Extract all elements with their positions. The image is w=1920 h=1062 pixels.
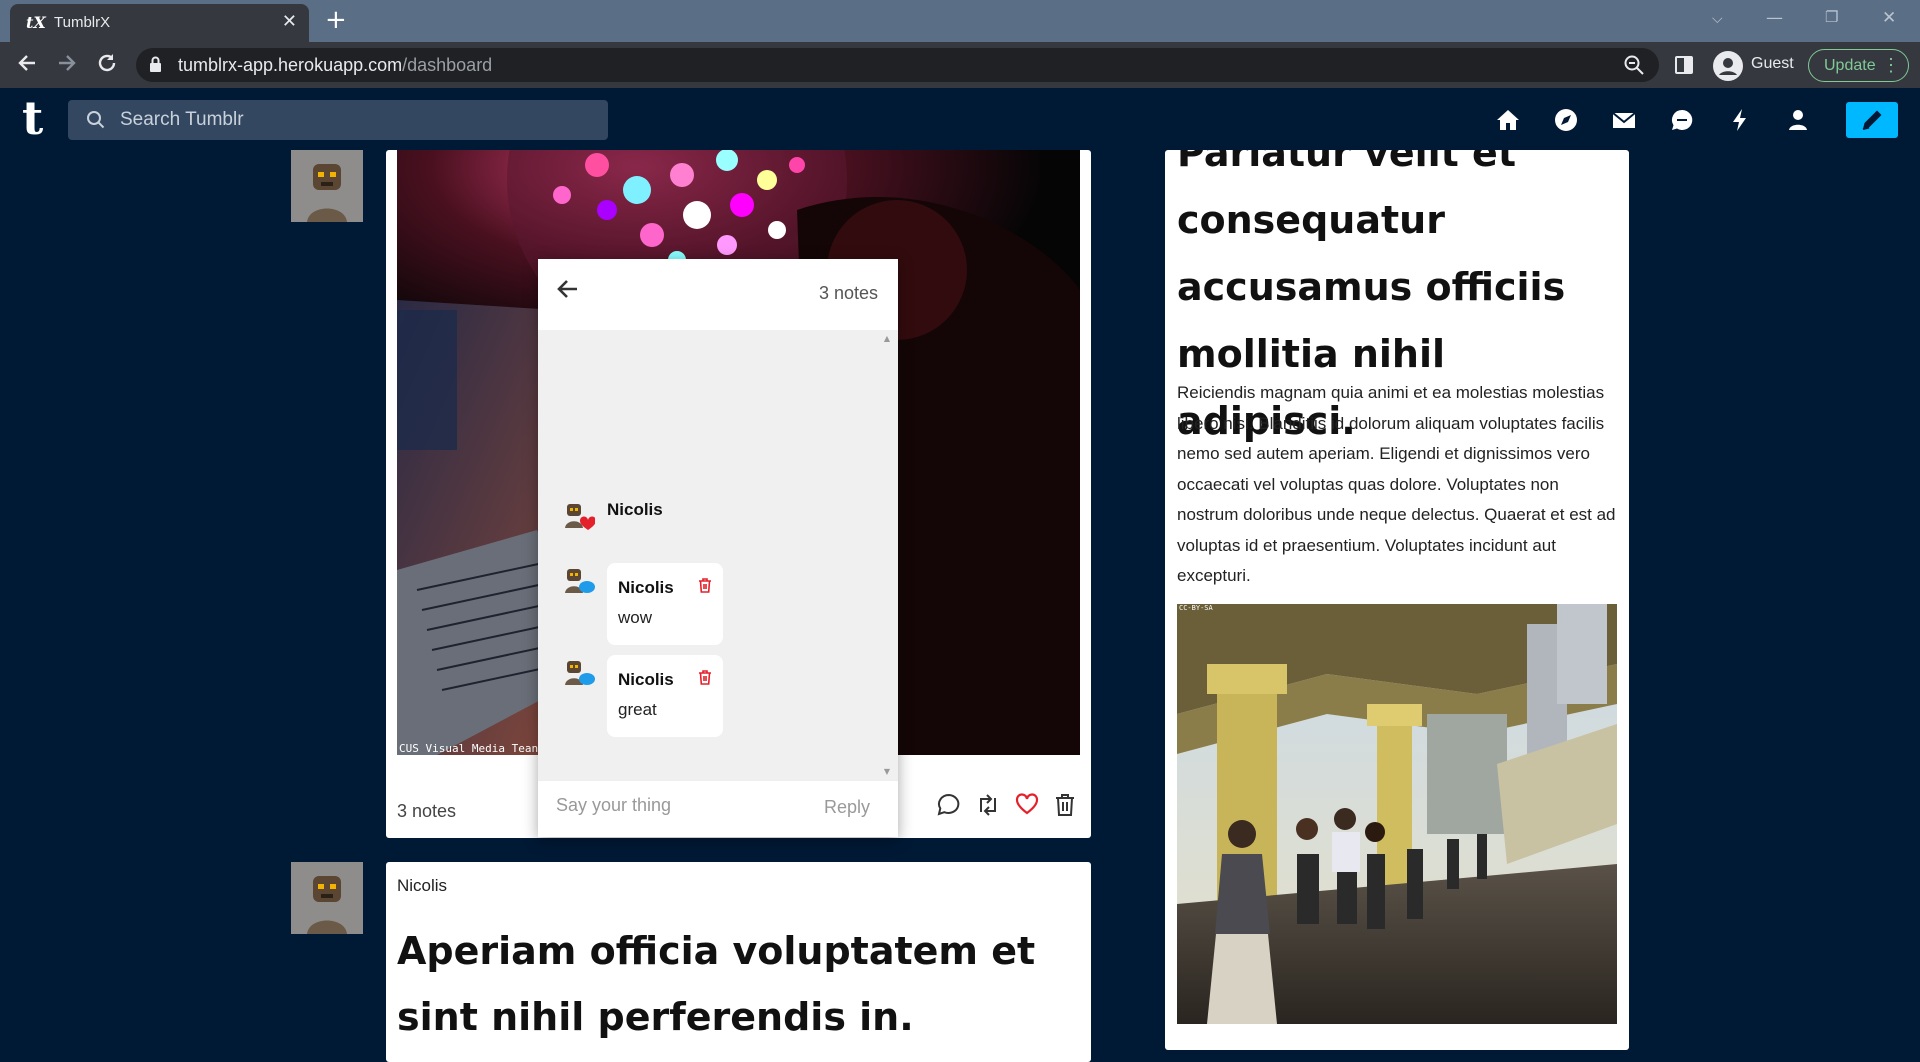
post-title: Aperiam officia voluptatem et sint nihil… [397,929,1036,1039]
update-label: Update [1824,57,1876,74]
like-author-name[interactable]: Nicolis [607,500,663,520]
zoom-icon[interactable] [1623,54,1645,76]
reload-icon[interactable] [96,52,118,79]
commenter-avatar-icon[interactable] [563,567,595,599]
url-path: /dashboard [402,55,493,75]
browser-tab-strip: tX TumblrX ✕ + ⌵ — ❐ ✕ [0,0,1920,42]
scroll-down-icon[interactable]: ▼ [884,767,890,776]
close-window-icon[interactable]: ✕ [1882,8,1896,28]
notes-count[interactable]: 3 notes [397,801,456,822]
more-menu-icon[interactable]: ⋮ [1882,55,1900,76]
account-person-icon[interactable] [1784,106,1812,134]
comment-icon[interactable] [936,792,962,818]
post-body: Reiciendis magnam quia animi et ea moles… [1177,383,1616,585]
reblog-icon[interactable] [976,792,1000,818]
heart-liked-icon[interactable] [1015,792,1039,818]
post-card: Nicolis Aperiam officia voluptatem et si… [386,862,1091,1062]
comment-text: great [618,700,657,719]
delete-comment-icon[interactable] [698,669,712,685]
search-icon [87,111,105,129]
profile-avatar-icon[interactable] [1713,51,1743,81]
reply-bar: Reply [538,780,898,837]
post-author-avatar[interactable] [291,150,363,222]
photo-caption: CC-BY-SA [1179,604,1213,612]
notes-popup: 3 notes ▲ ▼ Nicolis Nicolis wow Nicolis … [538,259,898,837]
liker-avatar-icon[interactable] [563,502,595,534]
profile-name[interactable]: Guest [1751,55,1794,73]
back-arrow-icon[interactable] [556,277,580,301]
photo-caption: CUS Visual Media Tean [399,742,539,755]
tab-search-icon[interactable]: ⌵ [1712,11,1723,27]
post-author-avatar[interactable] [291,862,363,934]
notes-list[interactable]: ▲ ▼ Nicolis Nicolis wow Nicolis great [538,330,898,780]
street-photo-image [1177,604,1617,1024]
url-text: tumblrx-app.herokuapp.com/dashboard [178,55,492,76]
browser-toolbar: tumblrx-app.herokuapp.com/dashboard Gues… [0,42,1920,88]
browser-tab[interactable]: tX TumblrX ✕ [10,4,309,42]
comment-bubble: Nicolis wow [607,563,723,645]
post-photo[interactable]: CC-BY-SA [1177,604,1617,1024]
minimize-window-icon[interactable]: — [1766,8,1783,28]
pencil-icon [1862,110,1882,130]
post-card: Pariatur velit et consequatur accusamus … [1165,150,1629,1050]
address-bar[interactable]: tumblrx-app.herokuapp.com/dashboard [136,48,1659,82]
search-input[interactable] [120,108,580,132]
messaging-chat-icon[interactable] [1668,106,1696,134]
restore-window-icon[interactable]: ❐ [1825,8,1838,26]
activity-lightning-icon[interactable] [1726,106,1754,134]
scroll-up-icon[interactable]: ▲ [884,334,890,343]
forward-arrow-icon[interactable] [56,52,78,79]
app-header: t [0,88,1920,150]
close-tab-icon[interactable]: ✕ [282,11,297,32]
commenter-avatar-icon[interactable] [563,659,595,691]
delete-comment-icon[interactable] [698,577,712,593]
url-host: tumblrx-app.herokuapp.com [178,55,403,75]
reply-input[interactable] [556,795,776,816]
comment-text: wow [618,608,653,627]
tumblr-logo-icon[interactable]: t [22,93,43,143]
inbox-mail-icon[interactable] [1610,106,1638,134]
update-button[interactable]: Update ⋮ [1808,49,1909,82]
explore-compass-icon[interactable] [1552,106,1580,134]
lock-icon [150,56,161,72]
search-box[interactable] [68,100,608,140]
delete-trash-icon[interactable] [1054,792,1076,818]
back-arrow-icon[interactable] [16,52,38,79]
side-panel-icon[interactable] [1675,56,1693,74]
comment-author-name[interactable]: Nicolis [618,578,674,598]
home-icon[interactable] [1494,106,1522,134]
notes-popup-count: 3 notes [818,283,878,303]
new-tab-icon[interactable]: + [325,6,347,34]
tab-title: TumblrX [54,14,111,31]
post-author-name[interactable]: Nicolis [397,876,447,896]
comment-author-name[interactable]: Nicolis [618,670,674,690]
reply-button[interactable]: Reply [824,797,870,818]
tumblrx-favicon-icon: tX [26,13,46,32]
comment-bubble: Nicolis great [607,655,723,737]
compose-post-button[interactable] [1846,102,1898,138]
